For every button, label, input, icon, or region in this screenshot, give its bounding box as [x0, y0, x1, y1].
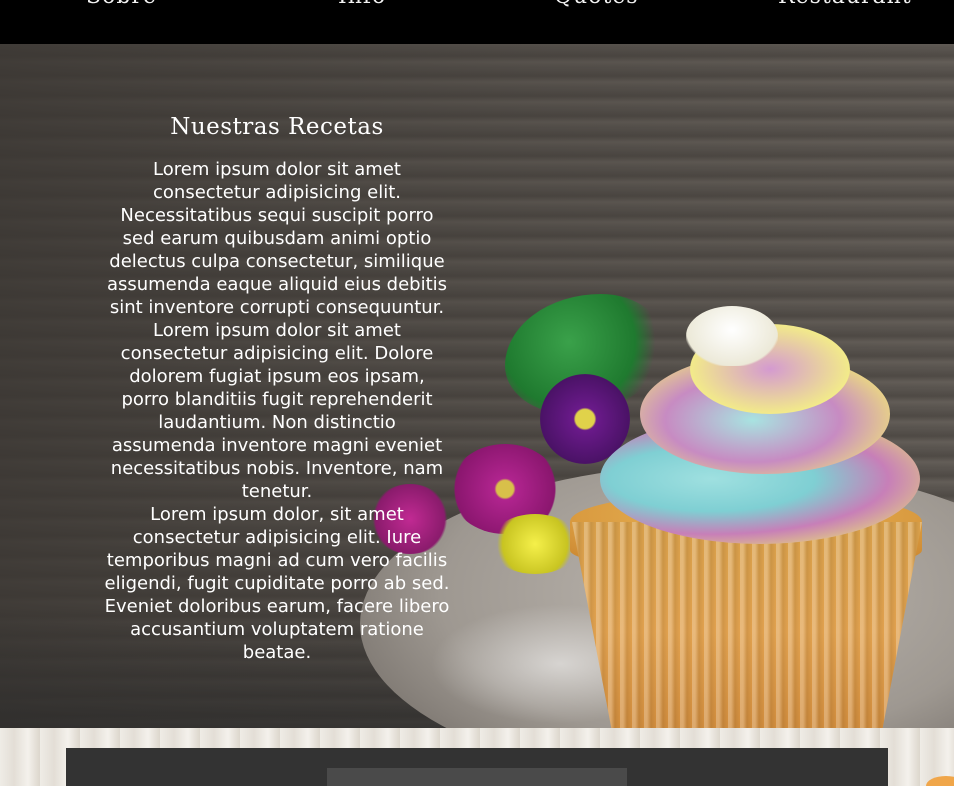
recipes-text-block: Nuestras Recetas Lorem ipsum dolor sit a… [104, 114, 450, 664]
top-navigation: Sobre Info Quotes Restaurant [0, 0, 954, 44]
nav-link-quotes[interactable]: Quotes [554, 0, 639, 9]
recipes-paragraph-3: Lorem ipsum dolor, sit amet consectetur … [104, 504, 450, 663]
recipes-paragraph-1: Lorem ipsum dolor sit amet consectetur a… [106, 159, 448, 318]
nav-link-info[interactable]: Info [338, 0, 386, 9]
lower-section [0, 728, 954, 786]
recipes-paragraph-2: Lorem ipsum dolor sit amet consectetur a… [110, 320, 444, 502]
hero-section: Nuestras Recetas Lorem ipsum dolor sit a… [0, 44, 954, 728]
nav-link-sobre[interactable]: Sobre [86, 0, 157, 9]
yellow-flower-image [490, 514, 580, 574]
recipes-title: Nuestras Recetas [170, 114, 384, 140]
orange-decoration [926, 776, 954, 786]
heart-topper-image [686, 306, 778, 366]
nav-link-restaurant[interactable]: Restaurant [778, 0, 912, 9]
content-panel [66, 748, 888, 786]
content-panel-inner [327, 768, 627, 786]
cupcake-liner-image [572, 522, 922, 728]
